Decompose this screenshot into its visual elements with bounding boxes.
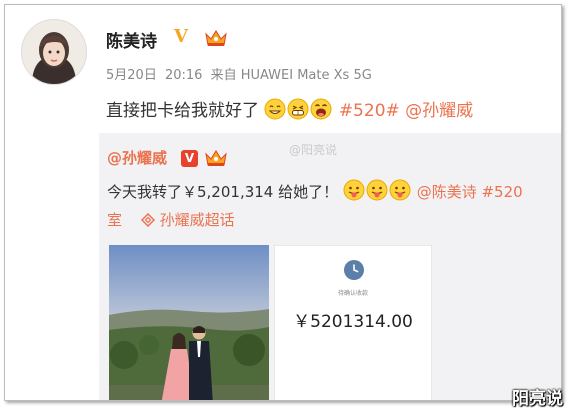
watermark-text: @阳亮说 <box>289 143 338 157</box>
topic-link-continued[interactable]: 室 <box>107 211 122 229</box>
post-meta: 5月20日 20:16 来自 HUAWEI Mate Xs 5G <box>106 64 376 83</box>
repost-text: 今天我转了￥5,201,314 给她了！ <box>107 183 339 201</box>
mention-link[interactable]: @孙耀威 <box>405 101 473 121</box>
diamond-icon <box>140 212 155 228</box>
mention-link[interactable]: @陈美诗 <box>417 183 477 201</box>
tongue-emoji-icon <box>389 179 411 201</box>
verified-red-v-icon: V <box>181 150 198 167</box>
weibo-post-card: 陈美诗 V 5月20日 20:16 来自 HUAWEI Mate Xs 5G 直… <box>4 4 562 401</box>
supertopic-link[interactable]: 孙耀威超话 <box>140 211 235 229</box>
topic-link-partial[interactable]: #520 <box>481 183 522 201</box>
supertopic-label: 孙耀威超话 <box>159 211 235 229</box>
post-source: 来自 HUAWEI Mate Xs 5G <box>210 68 372 83</box>
post-content: 直接把卡给我就好了 #520# @孙耀威 <box>106 96 473 121</box>
post-time[interactable]: 20:16 <box>165 68 202 83</box>
vip-crown-icon[interactable] <box>204 148 228 168</box>
couple-photo[interactable] <box>109 245 269 400</box>
tongue-emoji-icon <box>366 179 388 201</box>
repost-username[interactable]: @孙耀威 <box>107 147 167 168</box>
grin-emoji-icon <box>264 98 286 120</box>
transfer-receipt[interactable]: 待确认收款 ￥5201314.00 <box>274 245 432 400</box>
vip-crown-icon[interactable] <box>204 28 228 48</box>
receipt-caption: 待确认收款 <box>337 290 368 297</box>
repost-content: 今天我转了￥5,201,314 给她了！ @陈美诗 #520 <box>107 179 523 202</box>
repost-block[interactable]: @孙耀威 V @阳亮说 今天我转了￥5,201,314 给她了！ @陈美诗 #5… <box>99 133 561 400</box>
post-username[interactable]: 陈美诗 <box>106 27 157 52</box>
laugh-emoji-icon <box>310 98 332 120</box>
post-date[interactable]: 5月20日 <box>106 68 157 83</box>
transfer-amount: ￥5201314.00 <box>293 312 413 332</box>
clock-icon <box>344 260 364 280</box>
avatar[interactable] <box>21 19 87 85</box>
corner-watermark: 阳亮说 <box>512 389 563 409</box>
tongue-emoji-icon <box>343 179 365 201</box>
topic-link[interactable]: #520# <box>339 101 400 121</box>
verified-v-icon: V <box>174 26 188 47</box>
post-text: 直接把卡给我就好了 <box>106 101 259 121</box>
repost-content-line2: 室 孙耀威超话 <box>107 209 235 230</box>
grin-teeth-emoji-icon <box>287 98 309 120</box>
